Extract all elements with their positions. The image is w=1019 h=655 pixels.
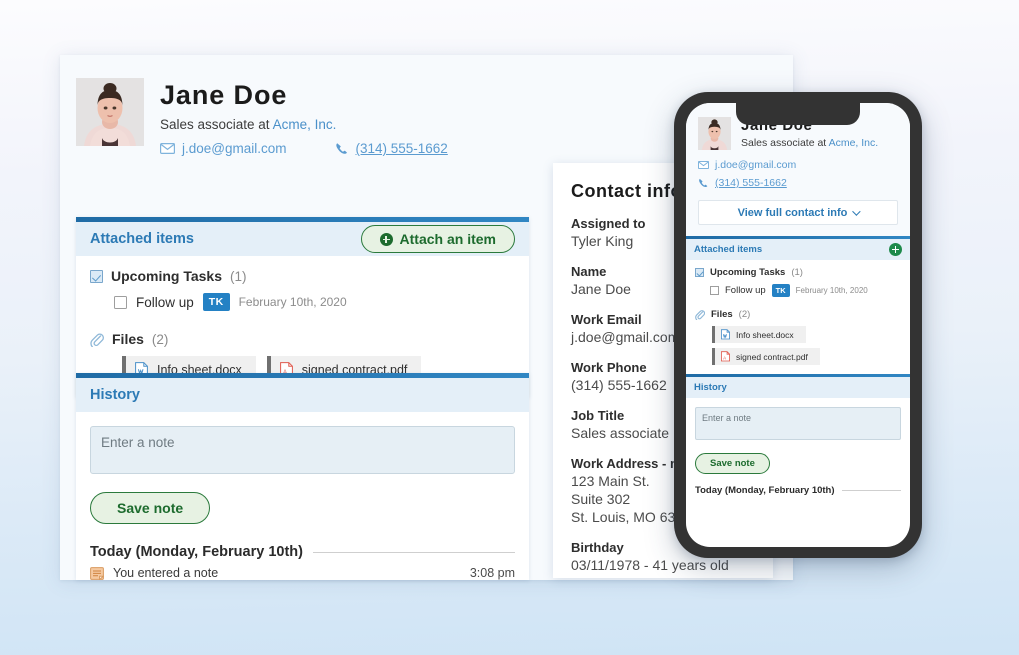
file-chip-docx[interactable]: Info sheet.docx [712,326,806,343]
phone-notch [736,103,860,125]
phone-phone-row[interactable]: (314) 555-1662 [698,177,898,189]
phone-upcoming-tasks-group: Upcoming Tasks (1) [695,267,901,278]
checkbox-checked-icon[interactable] [695,268,704,277]
avatar [76,78,144,146]
phone-text[interactable]: (314) 555-1662 [356,141,448,156]
phone-row[interactable]: (314) 555-1662 [335,141,448,156]
paperclip-icon [90,332,104,348]
pdf-document-icon: A [721,351,730,362]
assignee-badge: TK [202,293,230,311]
word-document-icon [721,329,730,340]
upcoming-tasks-count: (1) [230,268,247,284]
phone-icon [335,142,349,155]
field-value: 03/11/1978 - 41 years old [571,557,729,573]
upcoming-tasks-group: Upcoming Tasks (1) [90,268,515,284]
phone-history-title: History [694,382,727,393]
task-checkbox[interactable] [710,286,719,295]
envelope-icon [697,160,710,170]
phone-history-day-separator: Today (Monday, February 10th) [695,485,901,496]
history-body: Save note Today (Monday, February 10th) … [76,412,529,580]
upcoming-tasks-label: Upcoming Tasks [111,268,222,284]
history-entry-time: 3:08 pm [469,566,515,580]
checkbox-checked-icon[interactable] [90,269,103,283]
add-item-button[interactable] [889,243,902,256]
task-date: February 10th, 2020 [795,286,868,295]
paperclip-icon [695,309,706,321]
note-icon [90,566,105,580]
phone-history-header: History [686,377,910,398]
phone-files-group: Files (2) Info sheet.docx A signed contr… [695,309,901,365]
save-note-button[interactable]: Save note [695,453,770,474]
attached-items-card: Attached items Attach an item Upcoming T… [76,217,529,397]
phone-upcoming-tasks-count: (1) [791,267,803,278]
profile-role: Sales associate at [160,117,273,132]
history-day-separator: Today (Monday, February 10th) [90,544,515,560]
history-day-label: Today (Monday, February 10th) [90,544,303,560]
plus-icon [379,232,393,246]
save-note-button[interactable]: Save note [90,492,211,524]
phone-email-row[interactable]: j.doe@gmail.com [697,159,898,171]
history-card: History Save note Today (Monday, Februar… [76,373,529,580]
phone-attached-items-body: Upcoming Tasks (1) Follow up TK February… [686,260,910,374]
files-count: (2) [151,331,169,347]
note-input[interactable] [90,426,515,474]
files-label: Files [112,331,144,347]
history-title: History [90,387,140,403]
history-header: History [76,378,529,412]
view-full-contact-info-label: View full contact info [737,206,848,219]
phone-icon [698,178,709,188]
file-name: Info sheet.docx [736,329,794,340]
history-entry[interactable]: You entered a note 3:08 pm [90,566,515,580]
task-row[interactable]: Follow up TK February 10th, 2020 [114,293,515,311]
phone-profile-role: Sales associate at [741,137,829,149]
phone-screen: Jane Doe Sales associate at Acme, Inc. j… [686,103,910,547]
avatar [698,117,731,150]
phone-history-body: Save note Today (Monday, February 10th) [686,398,910,505]
note-input[interactable] [695,407,901,440]
phone-contact-links: j.doe@gmail.com (314) 555-1662 [697,159,898,189]
attached-items-header: Attached items Attach an item [76,222,529,256]
svg-text:A: A [723,356,726,361]
divider [841,490,901,491]
task-date: February 10th, 2020 [238,295,347,309]
assignee-badge: TK [771,284,790,297]
file-name: signed contract.pdf [736,351,808,362]
divider [312,551,515,553]
email-text[interactable]: j.doe@gmail.com [182,141,287,156]
page-title: Jane Doe [160,80,288,110]
phone-email-text[interactable]: j.doe@gmail.com [715,159,796,171]
phone-company-link[interactable]: Acme, Inc. [829,137,879,149]
phone-upcoming-tasks-label: Upcoming Tasks [710,267,786,278]
profile-subtitle: Sales associate at Acme, Inc. [160,116,448,133]
phone-attached-items-title: Attached items [694,244,763,255]
email-row[interactable]: j.doe@gmail.com [160,141,287,156]
attach-button-label: Attach an item [399,231,496,247]
history-entry-text: You entered a note [113,566,219,580]
phone-files-label: Files [711,309,733,320]
view-full-contact-info-button[interactable]: View full contact info [698,200,898,225]
file-chip-pdf[interactable]: A signed contract.pdf [712,348,820,365]
profile-contact-links: j.doe@gmail.com (314) 555-1662 [160,141,448,156]
phone-phone-text[interactable]: (314) 555-1662 [715,177,787,189]
envelope-icon [160,143,176,155]
task-name: Follow up [725,285,766,296]
phone-mockup: Jane Doe Sales associate at Acme, Inc. j… [674,92,922,558]
company-link[interactable]: Acme, Inc. [273,117,337,132]
phone-task-row[interactable]: Follow up TK February 10th, 2020 [710,284,901,297]
phone-profile-subtitle: Sales associate at Acme, Inc. [741,137,878,149]
phone-history-day-label: Today (Monday, February 10th) [695,485,835,496]
chevron-down-icon [852,206,862,216]
phone-file-chip-list: Info sheet.docx A signed contract.pdf [712,326,901,365]
attach-an-item-button[interactable]: Attach an item [360,225,515,253]
phone-files-count: (2) [738,309,751,320]
phone-attached-items-header: Attached items [686,239,910,260]
task-name: Follow up [136,294,194,310]
profile-header: Jane Doe Sales associate at Acme, Inc. j… [76,78,448,156]
task-checkbox[interactable] [114,295,127,309]
attached-items-title: Attached items [90,231,194,247]
